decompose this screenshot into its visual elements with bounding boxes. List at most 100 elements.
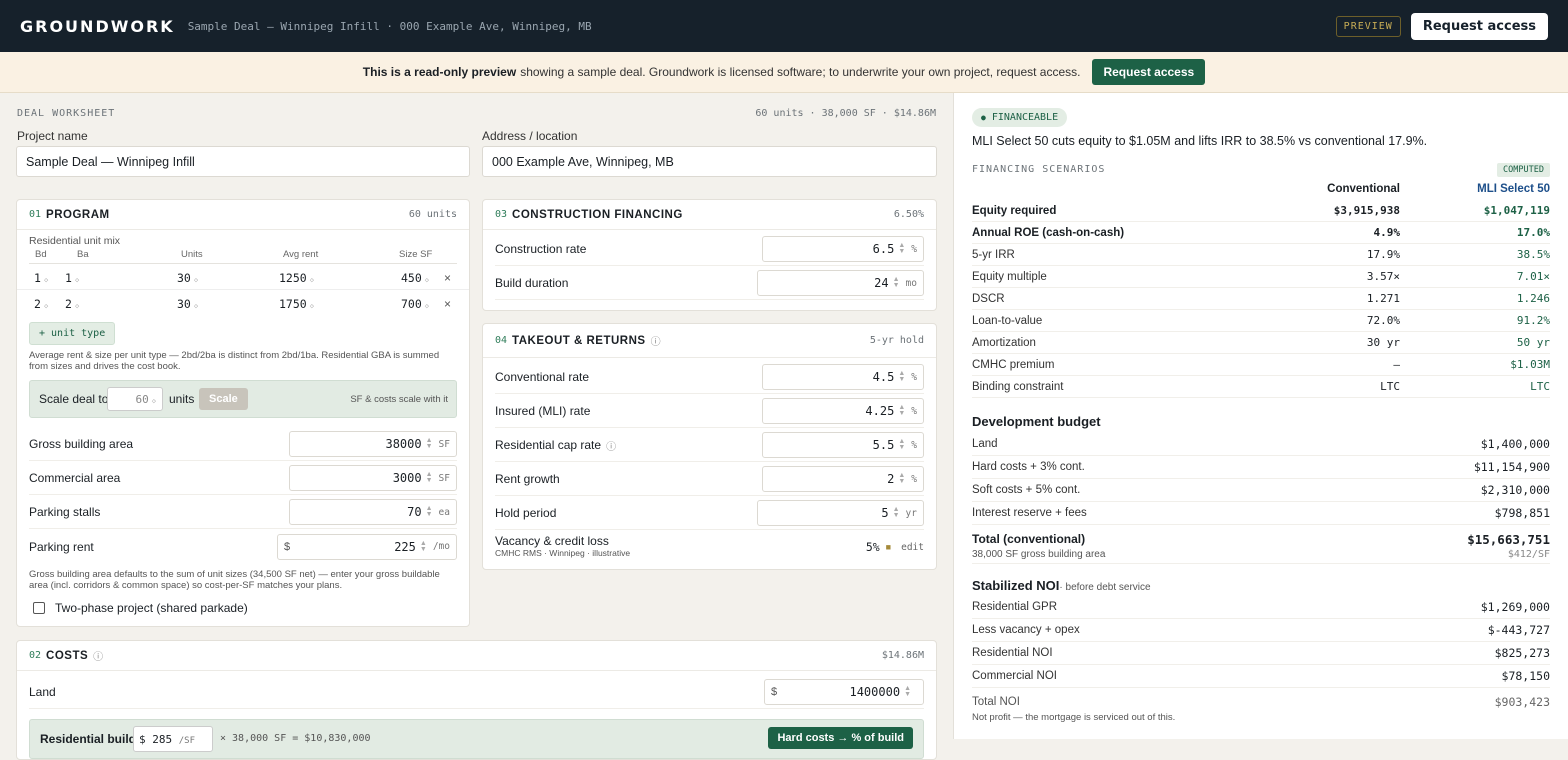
col-avg-rent: Avg rent	[283, 249, 319, 260]
info-icon[interactable]: ⓘ	[651, 333, 661, 348]
parking-rent-input[interactable]: $225 ▲ ▼/mo	[277, 533, 457, 560]
scenario-metric: CMHC premium	[972, 358, 1055, 371]
cap-rate-row: Residential cap rate ⓘ 5.5 ▲ ▼%	[495, 429, 924, 462]
hard-costs-button[interactable]: Hard costs → % of build	[768, 727, 913, 749]
size-input[interactable]: 450 ◇	[401, 271, 429, 285]
scale-units-input[interactable]: 60 ◇	[107, 387, 163, 411]
scenario-row: Equity required $3,915,938 $1,047,119	[972, 200, 1550, 222]
scale-button[interactable]: Scale	[199, 388, 248, 410]
preview-banner: This is a read-only preview showing a sa…	[0, 52, 1568, 93]
address-value: 000 Example Ave, Winnipeg, MB	[492, 154, 674, 169]
total-row: Total (conventional) $15,663,751 38,000 …	[972, 530, 1550, 564]
parking-input[interactable]: 70 ▲ ▼ ea	[289, 499, 457, 525]
rent-input[interactable]: 1750 ◇	[279, 297, 314, 311]
gba-label: Gross building area	[29, 437, 134, 451]
mli-rate-input[interactable]: 4.25 ▲ ▼%	[762, 398, 924, 424]
commercial-row: Commercial area 3000 ▲ ▼ SF	[29, 462, 457, 495]
build-duration-row: Build duration 24 ▲ ▼ mo	[495, 267, 924, 300]
construction-number: 03	[495, 209, 508, 220]
preview-badge: PREVIEW	[1335, 15, 1401, 37]
financeable-badge: ● FINANCEABLE	[972, 108, 1068, 127]
residential-build-input[interactable]: $ 285 /SF	[133, 726, 213, 752]
mli-rate-label: Insured (MLI) rate	[495, 404, 591, 418]
parking-unit: ea	[438, 506, 450, 518]
noi-value: $78,150	[1501, 669, 1550, 683]
address-label: Address / location	[482, 129, 578, 143]
parking-row: Parking stalls 70 ▲ ▼ ea	[29, 496, 457, 529]
costs-info-icon[interactable]: ⓘ	[93, 648, 103, 663]
mli-value: 17.0%	[1516, 226, 1550, 239]
vacancy-source: CMHC RMS · Winnipeg · illustrative	[495, 548, 631, 558]
col-conventional: Conventional	[1327, 183, 1400, 195]
units-input[interactable]: 30 ◇	[177, 297, 198, 311]
mli-rate-unit: %	[911, 405, 917, 417]
conventional-value: —	[1393, 358, 1400, 371]
total-value: $15,663,751	[1467, 532, 1550, 547]
vacancy-edit-link[interactable]: edit	[901, 542, 924, 553]
costs-card: 02 COSTS ⓘ $14.86M Land $1400000 ▲ ▼ Resid…	[16, 640, 937, 760]
build-duration-value: 24	[874, 276, 889, 290]
brand-logo[interactable]: GROUNDWORK	[20, 17, 175, 36]
conventional-rate-input[interactable]: 4.5 ▲ ▼%	[762, 364, 924, 390]
costs-title: COSTS	[46, 649, 89, 662]
cap-rate-input[interactable]: 5.5 ▲ ▼%	[762, 432, 924, 458]
parking-label: Parking stalls	[29, 505, 101, 519]
rent-growth-unit: %	[911, 473, 917, 485]
scenario-metric: Equity required	[972, 204, 1057, 217]
gba-note: Gross building area defaults to the sum …	[29, 569, 440, 591]
banner-request-button[interactable]: Request access	[1092, 59, 1206, 85]
bd-input[interactable]: 2 ◇	[34, 297, 48, 311]
build-duration-input[interactable]: 24 ▲ ▼ mo	[757, 270, 924, 296]
conventional-rate-unit: %	[911, 371, 917, 383]
total-noi-value: $903,423	[1494, 694, 1550, 709]
bd-input[interactable]: 1 ◇	[34, 271, 48, 285]
request-access-button[interactable]: Request access	[1410, 12, 1548, 40]
two-phase-checkbox[interactable]	[33, 602, 45, 614]
conventional-value: 72.0%	[1366, 314, 1400, 327]
rent-growth-input[interactable]: 2 ▲ ▼%	[762, 466, 924, 492]
scenario-row: 5-yr IRR 17.9% 38.5%	[972, 244, 1550, 266]
hold-period-row: Hold period 5 ▲ ▼ yr	[495, 497, 924, 530]
address-input[interactable]: 000 Example Ave, Winnipeg, MB	[482, 146, 937, 177]
commercial-input[interactable]: 3000 ▲ ▼ SF	[289, 465, 457, 491]
units-input[interactable]: 30 ◇	[177, 271, 198, 285]
scenario-metric: Amortization	[972, 336, 1036, 349]
land-input[interactable]: $1400000 ▲ ▼	[764, 679, 924, 705]
deal-worksheet: DEAL WORKSHEET 60 units · 38,000 SF · $1…	[0, 93, 953, 760]
construction-rate-input[interactable]: 6.5 ▲ ▼%	[762, 236, 924, 262]
mli-value: 50 yr	[1516, 336, 1550, 349]
results-headline: MLI Select 50 cuts equity to $1.05M and …	[972, 134, 1428, 148]
noi-row: Residential GPR $1,269,000	[972, 596, 1550, 619]
mli-value: 38.5%	[1516, 248, 1550, 261]
cap-rate-unit: %	[911, 439, 917, 451]
scenario-metric: Binding constraint	[972, 380, 1064, 393]
gba-input[interactable]: 38000 ▲ ▼ SF	[289, 431, 457, 457]
construction-rate-label: Construction rate	[495, 242, 587, 256]
remove-row-icon[interactable]: ×	[444, 297, 451, 311]
hold-period-input[interactable]: 5 ▲ ▼ yr	[757, 500, 924, 526]
ba-input[interactable]: 1 ◇	[65, 271, 79, 285]
ba-input[interactable]: 2 ◇	[65, 297, 79, 311]
scenario-header: Conventional MLI Select 50	[972, 178, 1550, 200]
banner-text: showing a sample deal. Groundwork is lic…	[520, 65, 1081, 79]
budget-value: $1,400,000	[1480, 437, 1550, 451]
parking-value: 70	[407, 505, 422, 519]
residential-build-label: Residential build	[40, 732, 137, 746]
col-mli: MLI Select 50	[1477, 183, 1550, 195]
noi-row: Commercial NOI $78,150	[972, 665, 1550, 688]
noi-value: $-443,727	[1487, 623, 1550, 637]
construction-header: 03 CONSTRUCTION FINANCING 6.50%	[483, 200, 936, 230]
col-units: Units	[181, 249, 203, 260]
rent-input[interactable]: 1250 ◇	[279, 271, 314, 285]
project-name-input[interactable]: Sample Deal — Winnipeg Infill	[16, 146, 470, 177]
cap-info-icon[interactable]: ⓘ	[606, 438, 616, 453]
construction-rate-value: 6.5	[872, 242, 895, 256]
add-unit-type-button[interactable]: + unit type	[29, 322, 116, 345]
conventional-value: 1.271	[1366, 292, 1400, 305]
status-dot-icon: ●	[981, 113, 986, 122]
size-input[interactable]: 700 ◇	[401, 297, 429, 311]
computed-badge: COMPUTED	[1497, 163, 1550, 177]
commercial-value: 3000	[392, 471, 422, 485]
cap-rate-label: Residential cap rate	[495, 438, 602, 452]
remove-row-icon[interactable]: ×	[444, 271, 451, 285]
